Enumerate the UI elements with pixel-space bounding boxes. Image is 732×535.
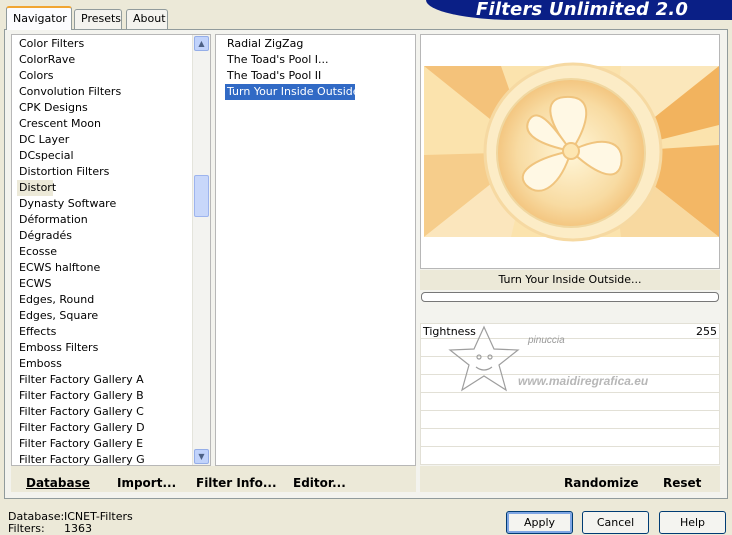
tab-presets-label: Presets bbox=[81, 12, 122, 25]
filter-item[interactable]: Turn Your Inside Outside... bbox=[225, 84, 370, 100]
filter-info-button[interactable]: Filter Info... bbox=[196, 476, 277, 490]
category-item[interactable]: ECWS halftone bbox=[19, 260, 210, 276]
category-item[interactable]: CPK Designs bbox=[19, 100, 210, 116]
chevron-down-icon: ▼ bbox=[198, 452, 205, 461]
reset-label: Reset bbox=[663, 476, 702, 490]
param-row-empty bbox=[420, 449, 720, 465]
star-mascot-icon bbox=[448, 325, 520, 392]
category-item[interactable]: Filter Factory Gallery E bbox=[19, 436, 210, 452]
category-item[interactable]: ECWS bbox=[19, 276, 210, 292]
category-item[interactable]: Emboss bbox=[19, 356, 210, 372]
randomize-label: Randomize bbox=[564, 476, 639, 490]
apply-label: Apply bbox=[523, 516, 556, 529]
scroll-down-button[interactable]: ▼ bbox=[194, 449, 209, 464]
filter-item[interactable]: Radial ZigZag bbox=[227, 36, 415, 52]
help-button[interactable]: Help bbox=[659, 511, 726, 534]
category-item[interactable]: Distort bbox=[17, 180, 56, 196]
import-label: Import... bbox=[117, 476, 177, 490]
app-title: Filters Unlimited 2.0 bbox=[476, 0, 689, 20]
cancel-button[interactable]: Cancel bbox=[582, 511, 649, 534]
filter-item[interactable]: The Toad's Pool II bbox=[227, 68, 415, 84]
category-item[interactable]: Filter Factory Gallery A bbox=[19, 372, 210, 388]
editor-button[interactable]: Editor... bbox=[293, 476, 346, 490]
param-row-empty bbox=[420, 431, 720, 447]
category-item[interactable]: Edges, Round bbox=[19, 292, 210, 308]
category-list: Color Filters ColorRave Colors Convolution … bbox=[11, 34, 211, 466]
category-scrollbar[interactable]: ▲ ▼ bbox=[192, 35, 210, 465]
randomize-button[interactable]: Randomize bbox=[564, 476, 638, 490]
preview-image bbox=[424, 62, 719, 242]
category-item[interactable]: Colors bbox=[19, 68, 210, 84]
filter-info-label: Filter Info... bbox=[196, 476, 277, 490]
param-value: 255 bbox=[696, 325, 717, 338]
editor-label: Editor... bbox=[293, 476, 346, 490]
preview-filter-name: Turn Your Inside Outside... bbox=[420, 270, 720, 290]
scroll-up-button[interactable]: ▲ bbox=[194, 36, 209, 51]
category-item[interactable]: DC Layer bbox=[19, 132, 210, 148]
help-label: Help bbox=[679, 516, 706, 529]
category-item[interactable]: Dégradés bbox=[19, 228, 210, 244]
apply-button[interactable]: Apply bbox=[506, 511, 573, 534]
database-label: Database bbox=[26, 476, 90, 490]
category-item[interactable]: Filter Factory Gallery D bbox=[19, 420, 210, 436]
import-button[interactable]: Import... bbox=[117, 476, 176, 490]
category-item[interactable]: ColorRave bbox=[19, 52, 210, 68]
category-item[interactable]: Déformation bbox=[19, 212, 210, 228]
category-item[interactable]: Filter Factory Gallery G bbox=[19, 452, 210, 465]
filter-list: Radial ZigZag The Toad's Pool I... The Toa… bbox=[215, 34, 416, 466]
category-item[interactable]: Ecosse bbox=[19, 244, 210, 260]
tab-about[interactable]: About bbox=[126, 9, 168, 29]
progress-bar bbox=[421, 292, 719, 302]
filters-status-value: 1363 bbox=[64, 522, 92, 535]
preview-panel bbox=[420, 34, 720, 269]
watermark-text-2: www.maidiregrafica.eu bbox=[518, 374, 649, 388]
tab-navigator[interactable]: Navigator bbox=[6, 6, 72, 30]
category-item[interactable]: Distortion Filters bbox=[19, 164, 210, 180]
watermark-text-1: pinuccia bbox=[527, 335, 565, 346]
category-items: Color Filters ColorRave Colors Convolution … bbox=[12, 35, 210, 465]
category-item[interactable]: Filter Factory Gallery C bbox=[19, 404, 210, 420]
category-item[interactable]: Filter Factory Gallery B bbox=[19, 388, 210, 404]
watermark: pinuccia www.maidiregrafica.eu bbox=[448, 325, 649, 392]
category-item[interactable]: Emboss Filters bbox=[19, 340, 210, 356]
category-item[interactable]: Convolution Filters bbox=[19, 84, 210, 100]
reset-button[interactable]: Reset bbox=[663, 476, 701, 490]
param-row-empty bbox=[420, 413, 720, 429]
category-item[interactable]: Crescent Moon bbox=[19, 116, 210, 132]
filter-item[interactable]: The Toad's Pool I... bbox=[227, 52, 415, 68]
tab-navigator-label: Navigator bbox=[13, 12, 67, 25]
status-area: Database:ICNET-Filters Filters: 1363 bbox=[8, 511, 133, 535]
category-item[interactable]: Dynasty Software bbox=[19, 196, 210, 212]
category-item[interactable]: Color Filters bbox=[19, 36, 210, 52]
category-item[interactable]: DCspecial bbox=[19, 148, 210, 164]
filter-items: Radial ZigZag The Toad's Pool I... The Toa… bbox=[216, 35, 415, 100]
category-item[interactable]: Edges, Square bbox=[19, 308, 210, 324]
scroll-thumb[interactable] bbox=[194, 175, 209, 217]
database-button[interactable]: Database bbox=[26, 476, 90, 490]
category-item[interactable]: Effects bbox=[19, 324, 210, 340]
tab-presets[interactable]: Presets bbox=[74, 9, 122, 29]
tab-about-label: About bbox=[133, 12, 166, 25]
filters-status-label: Filters: bbox=[8, 522, 45, 535]
chevron-up-icon: ▲ bbox=[198, 39, 205, 48]
cancel-label: Cancel bbox=[596, 516, 635, 529]
